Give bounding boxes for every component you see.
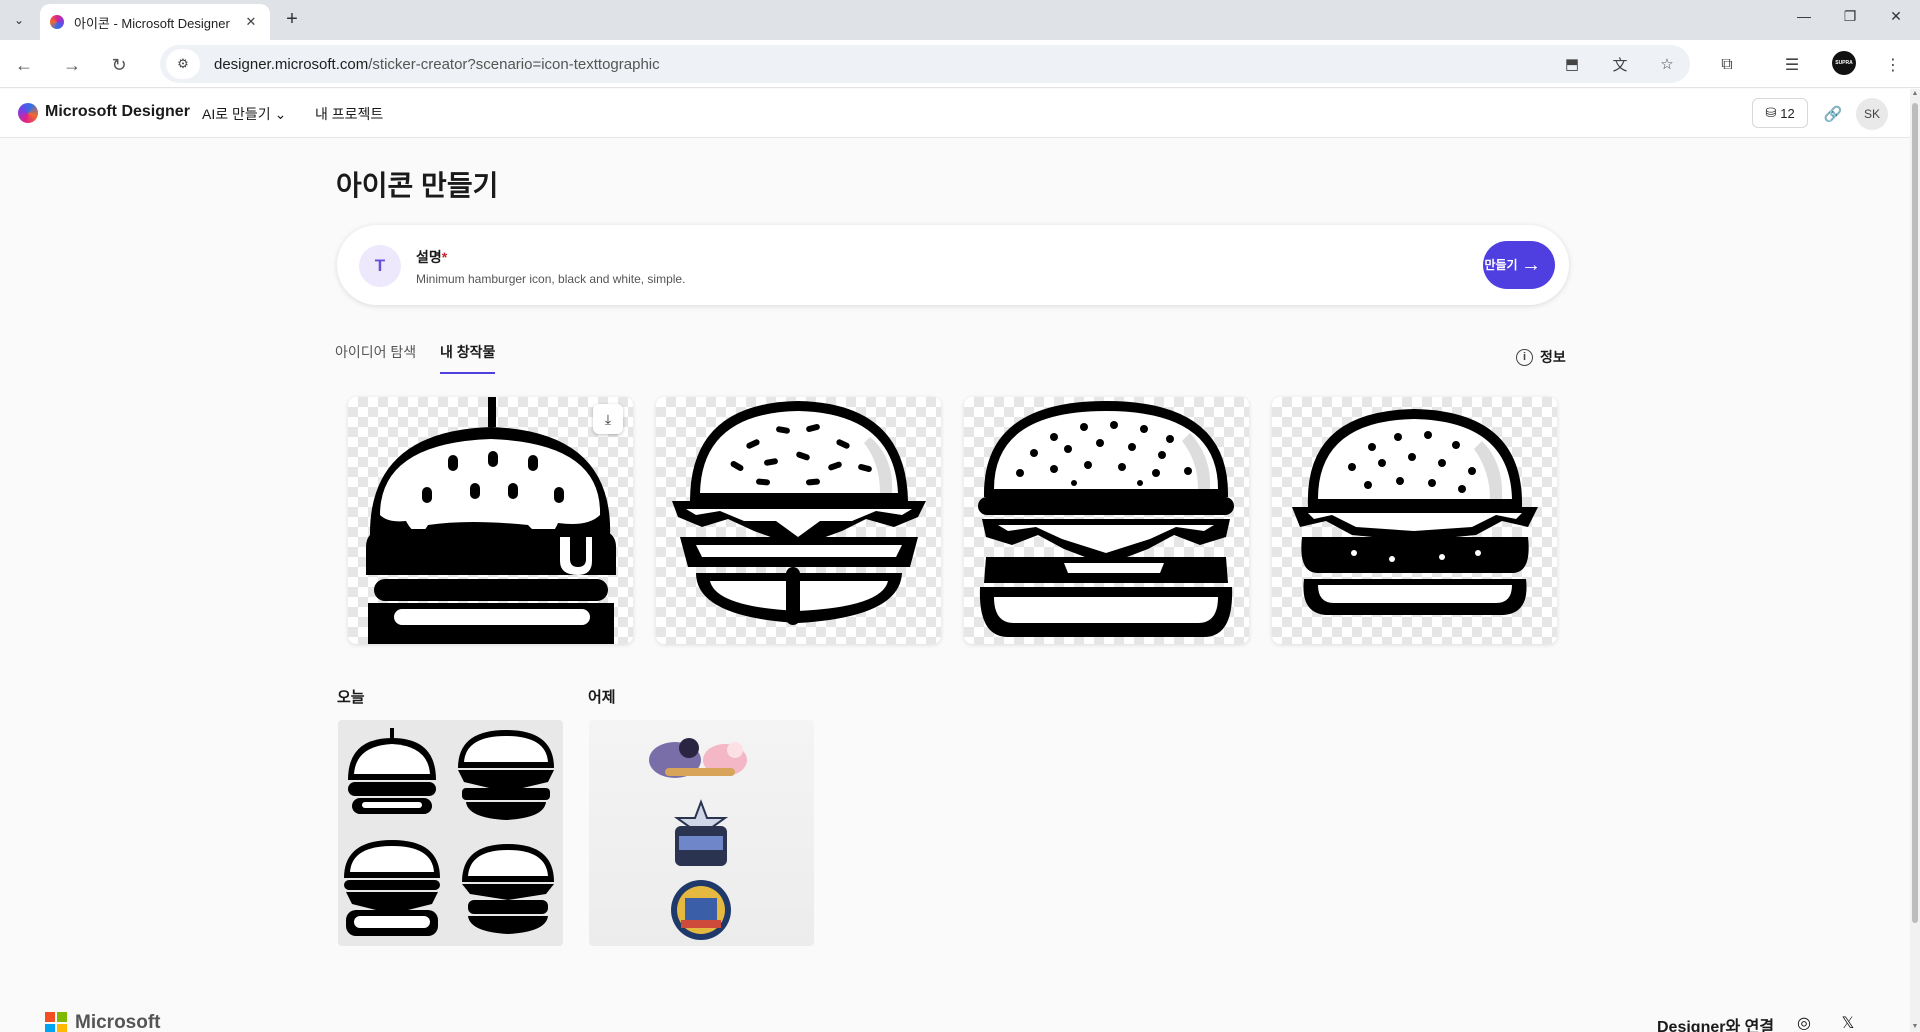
tab-explore-ideas[interactable]: 아이디어 탐색: [335, 342, 416, 362]
minimize-icon[interactable]: —: [1784, 8, 1824, 32]
browser-toolbar: ← → ↻ ⚙ designer.microsoft.com/sticker-c…: [0, 40, 1920, 88]
info-label: 정보: [1540, 349, 1566, 365]
text-prompt-icon: T: [359, 245, 401, 287]
instagram-icon[interactable]: ◎: [1794, 1013, 1814, 1032]
hamburger-collage-icon: [344, 728, 554, 936]
hamburger-icon-1: [366, 397, 616, 644]
x-icon[interactable]: 𝕏: [1838, 1013, 1858, 1032]
app-header: Microsoft Designer AI로 만들기 ⌄ 내 프로젝트 ⛁ 12 …: [0, 89, 1910, 138]
result-card-3[interactable]: [964, 397, 1249, 644]
generate-button[interactable]: 만들기 →: [1483, 241, 1555, 289]
generate-button-label: 만들기: [1484, 258, 1518, 272]
arrow-right-icon: →: [1521, 253, 1541, 276]
result-card-2[interactable]: [656, 397, 941, 644]
url-text[interactable]: designer.microsoft.com/sticker-creator?s…: [214, 56, 660, 73]
brand-name[interactable]: Microsoft Designer: [45, 103, 190, 121]
hamburger-icon-2: [672, 401, 926, 625]
sticker-collage-icon: [649, 738, 747, 940]
install-app-icon[interactable]: ⬒: [1561, 53, 1583, 75]
browser-tab-title: 아이콘 - Microsoft Designer: [74, 15, 230, 31]
scroll-down-arrow-icon[interactable]: ▼: [1910, 1022, 1920, 1032]
browser-tab[interactable]: 아이콘 - Microsoft Designer ✕: [40, 4, 270, 40]
prompt-label: 설명*: [416, 247, 447, 267]
hamburger-icon-3: [978, 401, 1234, 637]
new-tab-icon[interactable]: +: [281, 9, 303, 31]
share-link-icon[interactable]: 🔗: [1822, 103, 1844, 125]
result-card-1[interactable]: ⤓: [348, 397, 633, 644]
chevron-down-icon: ⌄: [274, 105, 287, 122]
tab-search-icon[interactable]: ⌄: [6, 8, 32, 32]
footer-connect-label: Designer와 연결: [1657, 1019, 1775, 1032]
history-today-thumbnail[interactable]: [338, 720, 563, 946]
menu-create-with-ai[interactable]: AI로 만들기 ⌄: [202, 104, 286, 124]
prompt-card[interactable]: T 설명* Minimum hamburger icon, black and …: [337, 225, 1569, 305]
scroll-up-arrow-icon[interactable]: ▲: [1910, 89, 1920, 99]
result-card-4[interactable]: [1272, 397, 1557, 644]
scroll-thumb[interactable]: [1912, 103, 1918, 923]
credits-button[interactable]: ⛁ 12: [1752, 98, 1808, 128]
footer-brand: Microsoft: [75, 1012, 161, 1032]
bookmark-star-icon[interactable]: ☆: [1656, 53, 1678, 75]
tab-my-creations[interactable]: 내 창작물: [440, 342, 496, 374]
page-title: 아이콘 만들기: [336, 170, 499, 201]
hamburger-icon-4: [1292, 409, 1538, 615]
forward-icon[interactable]: →: [59, 52, 85, 78]
address-bar[interactable]: ⚙ designer.microsoft.com/sticker-creator…: [160, 45, 1690, 83]
credits-count: 12: [1780, 105, 1795, 121]
restore-icon[interactable]: ❐: [1830, 8, 1870, 32]
designer-favicon-icon: [50, 15, 64, 29]
menu-create-with-ai-label: AI로 만들기: [202, 106, 271, 122]
page-scrollbar[interactable]: ▲ ▼: [1910, 89, 1920, 1032]
window-close-icon[interactable]: ✕: [1876, 8, 1916, 32]
history-yesterday-label: 어제: [588, 689, 616, 706]
extensions-icon[interactable]: ⧉: [1715, 53, 1739, 77]
browser-profile-avatar[interactable]: SUPRA: [1832, 51, 1856, 75]
close-tab-icon[interactable]: ✕: [242, 13, 260, 31]
menu-my-projects[interactable]: 내 프로젝트: [315, 104, 383, 124]
coins-icon: ⛁: [1765, 105, 1777, 120]
reload-icon[interactable]: ↻: [106, 52, 132, 78]
translate-icon[interactable]: 文: [1609, 53, 1631, 75]
microsoft-squares-icon: [45, 1012, 67, 1032]
browser-menu-icon[interactable]: ⋮: [1881, 53, 1905, 77]
url-host: designer.microsoft.com: [214, 55, 369, 73]
info-icon: i: [1516, 348, 1533, 366]
prompt-input[interactable]: Minimum hamburger icon, black and white,…: [416, 272, 685, 286]
designer-logo-icon[interactable]: [18, 103, 38, 123]
info-button[interactable]: i 정보: [1516, 347, 1566, 367]
download-icon[interactable]: ⤓: [593, 404, 623, 434]
browser-tabbar: ⌄ 아이콘 - Microsoft Designer ✕ + — ❐ ✕: [0, 0, 1920, 40]
media-control-icon[interactable]: ☰: [1780, 53, 1804, 77]
history-today-label: 오늘: [337, 689, 365, 706]
user-avatar[interactable]: SK: [1856, 98, 1888, 130]
url-path: /sticker-creator?scenario=icon-texttogra…: [368, 55, 660, 73]
required-mark: *: [441, 249, 448, 265]
back-icon[interactable]: ←: [11, 52, 37, 78]
microsoft-logo[interactable]: Microsoft: [45, 1012, 161, 1032]
prompt-label-text: 설명: [416, 249, 442, 265]
site-info-icon[interactable]: ⚙: [166, 49, 200, 79]
history-yesterday-thumbnail[interactable]: [589, 720, 814, 946]
